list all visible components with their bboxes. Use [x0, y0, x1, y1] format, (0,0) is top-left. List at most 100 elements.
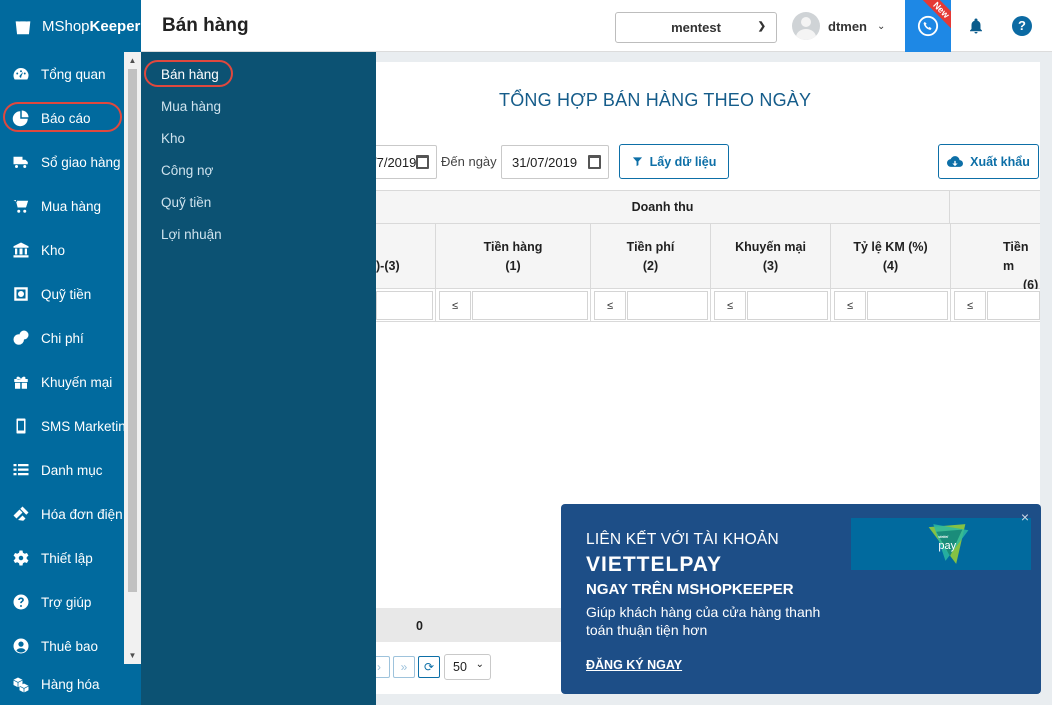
- submenu-item-loi-nhuan[interactable]: Lợi nhuận: [141, 218, 376, 250]
- submenu-item-cong-no[interactable]: Công nợ: [141, 154, 376, 186]
- user-menu[interactable]: dtmen ⌄: [792, 11, 885, 41]
- scrollbar-thumb[interactable]: [128, 69, 137, 592]
- register-now-link[interactable]: ĐĂNG KÝ NGAY: [586, 658, 682, 672]
- store-selector[interactable]: mentest ❯: [615, 12, 777, 43]
- scroll-up-arrow-icon[interactable]: ▲: [124, 52, 141, 69]
- sidebar-item-thue-bao[interactable]: Thuê bao: [0, 624, 124, 664]
- viettelpay-logo: viettel pay: [851, 518, 1031, 570]
- logo-big-text: pay: [938, 540, 956, 552]
- filter-icon: [632, 157, 642, 167]
- sidebar-item-tong-quan[interactable]: Tổng quan: [0, 52, 124, 96]
- to-date-input[interactable]: 31/07/2019: [501, 145, 609, 179]
- logo-small-text: viettel: [938, 535, 948, 539]
- sidebar-item-label: Báo cáo: [41, 110, 91, 126]
- sidebar-item-label: Trợ giúp: [41, 594, 92, 610]
- filter-operator[interactable]: ≤: [954, 291, 986, 320]
- list-icon: [10, 459, 32, 481]
- sidebar-item-mua-hang[interactable]: Mua hàng: [0, 184, 124, 228]
- filter-cell: ≤: [831, 289, 951, 322]
- column-header-khuyen-mai[interactable]: Khuyến mại (3): [711, 224, 831, 289]
- sidebar-item-khuyen-mai[interactable]: Khuyến mại: [0, 360, 124, 404]
- column-header-tien-m[interactable]: Tiền m (6): [951, 224, 1040, 292]
- viettelpay-promo: viettel pay LIÊN KẾT VỚI TÀI KHOẢN VIETT…: [561, 504, 1041, 694]
- sidebar-item-label: Kho: [41, 242, 66, 258]
- filter-input[interactable]: [987, 291, 1040, 320]
- sidebar-item-label: Thuê bao: [41, 638, 99, 654]
- export-button[interactable]: Xuất khẩu: [938, 144, 1039, 179]
- top-header: Bán hàng mentest ❯ dtmen ⌄ New ?: [141, 0, 1052, 52]
- from-date-input[interactable]: /7/2019: [376, 145, 437, 179]
- sidebar-item-label: Quỹ tiền: [41, 286, 92, 302]
- filter-operator[interactable]: ≤: [834, 291, 866, 320]
- hotline-button[interactable]: New: [905, 0, 951, 52]
- report-submenu: Bán hàng Mua hàng Kho Công nợ Quỹ tiền L…: [141, 52, 376, 705]
- column-header-tien-phi[interactable]: Tiền phí (2): [591, 224, 711, 289]
- column-header-tien-hang[interactable]: Tiền hàng (1): [436, 224, 591, 289]
- filter-input[interactable]: [627, 291, 708, 320]
- sidebar-item-danh-muc[interactable]: Danh mục: [0, 448, 124, 492]
- user-icon: [10, 635, 32, 657]
- avatar: [792, 12, 820, 40]
- next-page-button[interactable]: ›: [376, 656, 390, 678]
- sidebar-item-label: Hàng hóa: [41, 677, 100, 692]
- close-icon[interactable]: ×: [1021, 509, 1029, 525]
- submenu-item-kho[interactable]: Kho: [141, 122, 376, 154]
- submenu-item-quy-tien[interactable]: Quỹ tiền: [141, 186, 376, 218]
- sidebar-item-chi-phi[interactable]: Chi phí: [0, 316, 124, 360]
- sidebar-item-thiet-lap[interactable]: Thiết lập: [0, 536, 124, 580]
- help-icon: [10, 591, 32, 613]
- page-size-select[interactable]: 50 ⌄: [444, 654, 491, 680]
- get-data-button[interactable]: Lấy dữ liệu: [619, 144, 729, 179]
- calendar-icon[interactable]: [416, 155, 429, 169]
- sidebar-item-so-giao-hang[interactable]: Sổ giao hàng: [0, 140, 124, 184]
- invoice-icon: [10, 503, 32, 525]
- sidebar-item-label: SMS Marketing: [41, 418, 124, 434]
- truck-icon: [10, 151, 32, 173]
- filter-input[interactable]: [867, 291, 948, 320]
- filter-operator[interactable]: ≤: [714, 291, 746, 320]
- bell-icon: [970, 18, 982, 34]
- sidebar-item-bao-cao[interactable]: Báo cáo: [0, 96, 124, 140]
- sidebar-item-label: Thiết lập: [41, 550, 93, 566]
- group-header-next: [950, 191, 1040, 224]
- warehouse-icon: [10, 239, 32, 261]
- filter-cell: ≤: [436, 289, 591, 322]
- sidebar-item-kho[interactable]: Kho: [0, 228, 124, 272]
- filter-operator[interactable]: ≤: [594, 291, 626, 320]
- cloud-download-icon: [947, 156, 964, 167]
- store-name: mentest: [671, 20, 721, 35]
- promo-line-3: NGAY TRÊN MSHOPKEEPER: [586, 581, 794, 598]
- sidebar-item-label: Danh mục: [41, 462, 103, 478]
- filter-input[interactable]: [747, 291, 828, 320]
- sidebar-scrollbar[interactable]: ▲ ▼: [124, 52, 141, 664]
- cart-icon: [10, 195, 32, 217]
- filter-cell: ≤: [951, 289, 1040, 322]
- sidebar-item-hang-hoa[interactable]: Hàng hóa: [0, 664, 141, 705]
- last-page-button[interactable]: »: [393, 656, 415, 678]
- filter-input[interactable]: [472, 291, 588, 320]
- help-button[interactable]: ?: [1012, 16, 1032, 36]
- submenu-item-mua-hang[interactable]: Mua hàng: [141, 90, 376, 122]
- sidebar-menu: Tổng quan Báo cáo Sổ giao hàng Mua hàng …: [0, 52, 141, 664]
- filter-input[interactable]: [376, 291, 433, 320]
- app-logo[interactable]: MShopKeeper: [0, 0, 141, 52]
- scroll-down-arrow-icon[interactable]: ▼: [124, 647, 141, 664]
- sidebar-item-label: Chi phí: [41, 330, 84, 346]
- calendar-icon[interactable]: [588, 155, 601, 169]
- notification-button[interactable]: [961, 0, 991, 52]
- sidebar-item-tro-giup[interactable]: Trợ giúp: [0, 580, 124, 624]
- column-header-ty-le-km[interactable]: Tỷ lệ KM (%) (4): [831, 224, 951, 289]
- sidebar-item-quy-tien[interactable]: Quỹ tiền: [0, 272, 124, 316]
- filter-operator[interactable]: ≤: [439, 291, 471, 320]
- sidebar-item-hoa-don-dien-tu[interactable]: Hóa đơn điện tử: [0, 492, 124, 536]
- chevron-down-icon: ⌄: [877, 20, 886, 32]
- gift-icon: [10, 371, 32, 393]
- column-header[interactable]: )-(3): [376, 224, 436, 289]
- sidebar-item-label: Mua hàng: [41, 198, 102, 214]
- group-header-doanh-thu: Doanh thu: [376, 191, 950, 224]
- sidebar-item-sms-marketing[interactable]: SMS Marketing: [0, 404, 124, 448]
- refresh-button[interactable]: ⟳: [418, 656, 440, 678]
- filter-cell: [376, 289, 436, 322]
- user-name: dtmen: [828, 18, 867, 34]
- dashboard-icon: [10, 63, 32, 85]
